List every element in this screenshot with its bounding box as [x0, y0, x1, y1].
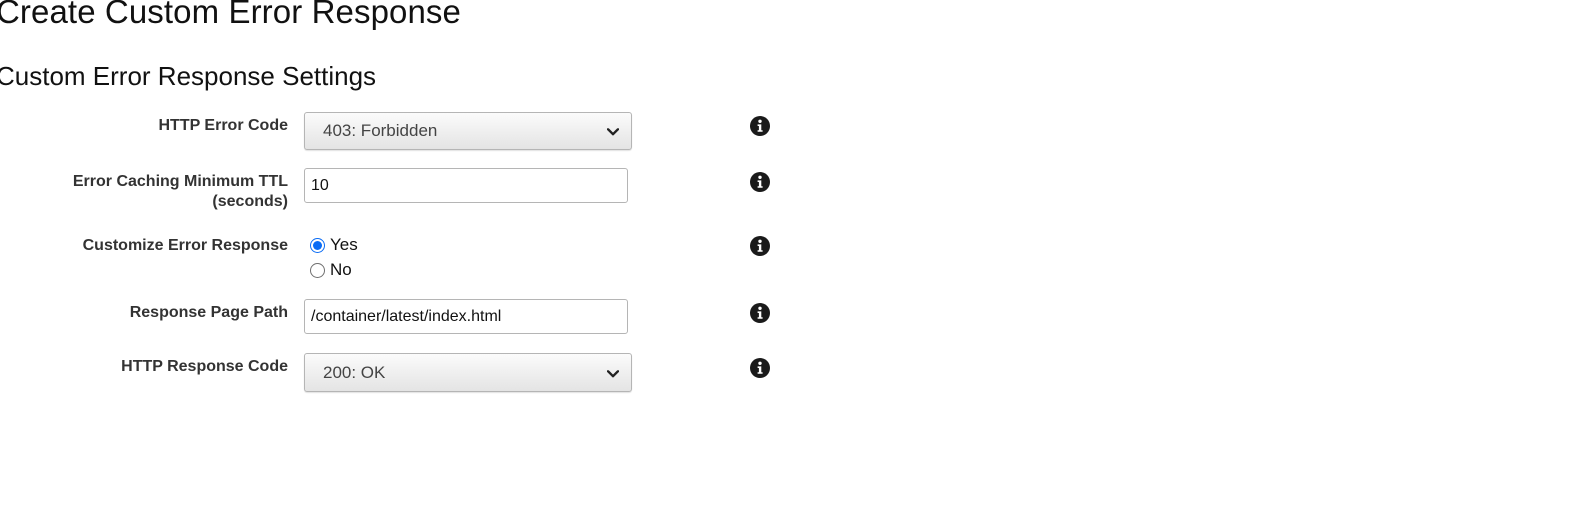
create-custom-error-response-page: Create Custom Error Response Custom Erro… [0, 0, 1586, 516]
info-icon[interactable] [750, 303, 770, 323]
customize-no-label: No [330, 260, 352, 279]
http-response-code-value: 200: OK [323, 362, 386, 382]
customize-yes-label: Yes [330, 235, 358, 254]
customize-yes-option[interactable]: Yes [310, 235, 358, 255]
info-icon[interactable] [750, 172, 770, 192]
chevron-down-icon [607, 369, 619, 377]
info-icon[interactable] [750, 116, 770, 136]
error-caching-ttl-input[interactable] [304, 168, 628, 203]
info-icon[interactable] [750, 358, 770, 378]
customize-no-radio[interactable] [310, 262, 325, 278]
page-title: Create Custom Error Response [0, 0, 461, 30]
error-caching-ttl-label-line1: Error Caching Minimum TTL [72, 173, 288, 190]
http-error-code-select[interactable]: 403: Forbidden [304, 112, 632, 150]
response-page-path-label: Response Page Path [129, 304, 288, 321]
info-icon[interactable] [750, 236, 770, 256]
customize-no-option[interactable]: No [310, 260, 352, 280]
customize-error-response-label: Customize Error Response [82, 237, 288, 254]
section-title: Custom Error Response Settings [0, 61, 377, 91]
http-error-code-label: HTTP Error Code [158, 117, 289, 134]
http-error-code-value: 403: Forbidden [323, 121, 438, 140]
error-caching-ttl-label-line2: (seconds) [212, 193, 288, 210]
response-page-path-input[interactable] [304, 299, 628, 334]
http-response-code-select[interactable]: 200: OK [304, 353, 632, 392]
customize-yes-radio[interactable] [310, 237, 325, 253]
http-response-code-label: HTTP Response Code [121, 358, 288, 375]
chevron-down-icon [607, 128, 619, 136]
error-caching-ttl-label: Error Caching Minimum TTL (seconds) [73, 172, 288, 212]
